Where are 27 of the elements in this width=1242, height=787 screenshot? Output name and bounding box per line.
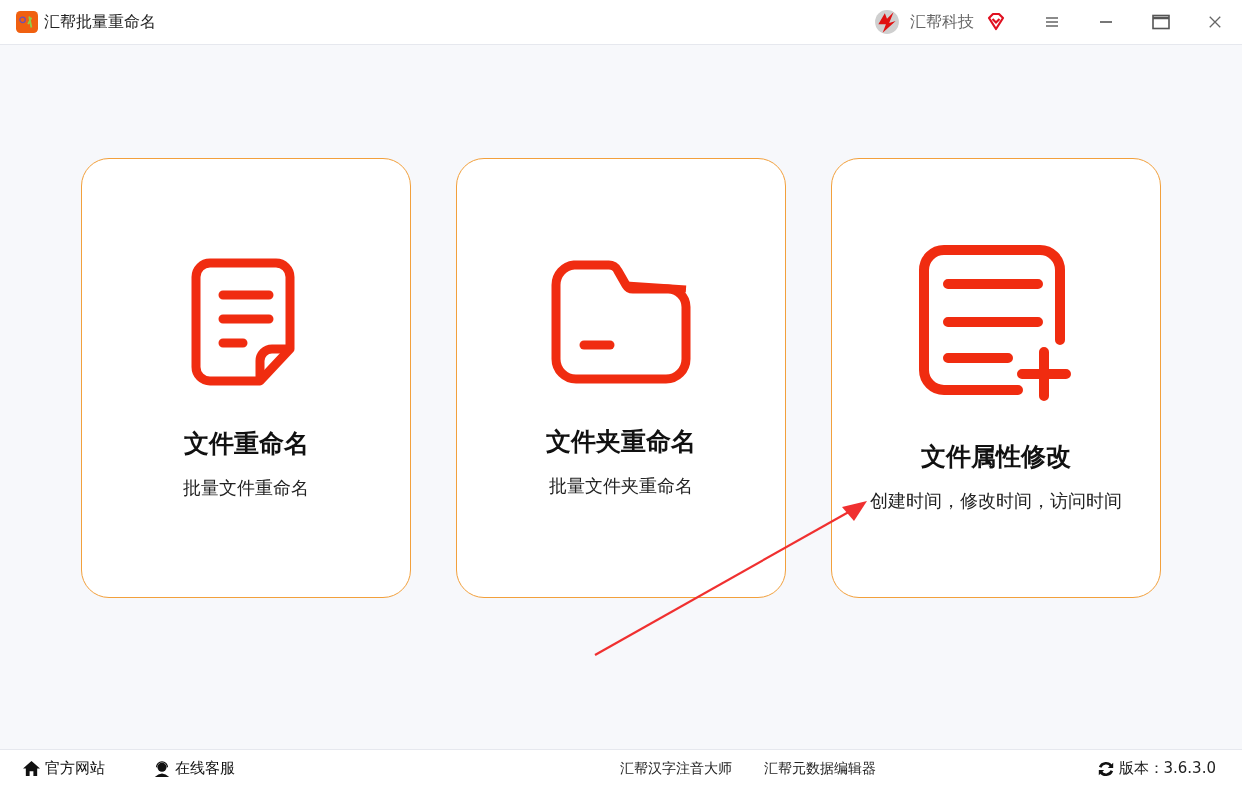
close-icon[interactable]	[1208, 15, 1222, 29]
card-subtitle: 创建时间，修改时间，访问时间	[870, 488, 1122, 513]
document-plus-icon	[918, 243, 1074, 402]
app-logo-icon	[16, 11, 38, 33]
version-label: 版本：3.6.3.0	[1118, 759, 1216, 778]
app-link[interactable]: 汇帮元数据编辑器	[763, 759, 876, 778]
support-link[interactable]: 在线客服	[153, 759, 235, 778]
folder-icon	[550, 258, 692, 387]
brand-name: 汇帮科技	[910, 11, 974, 33]
bolt-logo-icon	[874, 9, 900, 35]
card-title: 文件重命名	[183, 427, 309, 460]
headset-person-icon	[153, 759, 171, 778]
card-title: 文件属性修改	[921, 440, 1071, 473]
card-title: 文件夹重命名	[546, 425, 696, 458]
home-icon	[22, 760, 41, 777]
feature-card[interactable]: 文件重命名 批量文件重命名	[81, 158, 411, 598]
maximize-icon[interactable]	[1152, 14, 1170, 30]
window-title: 汇帮批量重命名	[44, 11, 156, 33]
feature-card[interactable]: 文件夹重命名 批量文件夹重命名	[456, 158, 786, 598]
feature-card[interactable]: 文件属性修改 创建时间，修改时间，访问时间	[831, 158, 1161, 598]
menu-icon[interactable]	[1044, 14, 1060, 30]
card-subtitle: 批量文件重命名	[183, 475, 309, 500]
diamond-icon[interactable]	[986, 12, 1006, 32]
card-subtitle: 批量文件夹重命名	[549, 473, 693, 498]
app-link[interactable]: 汇帮汉字注音大师	[619, 759, 732, 778]
refresh-icon[interactable]	[1096, 759, 1115, 778]
website-link[interactable]: 官方网站	[22, 759, 105, 778]
